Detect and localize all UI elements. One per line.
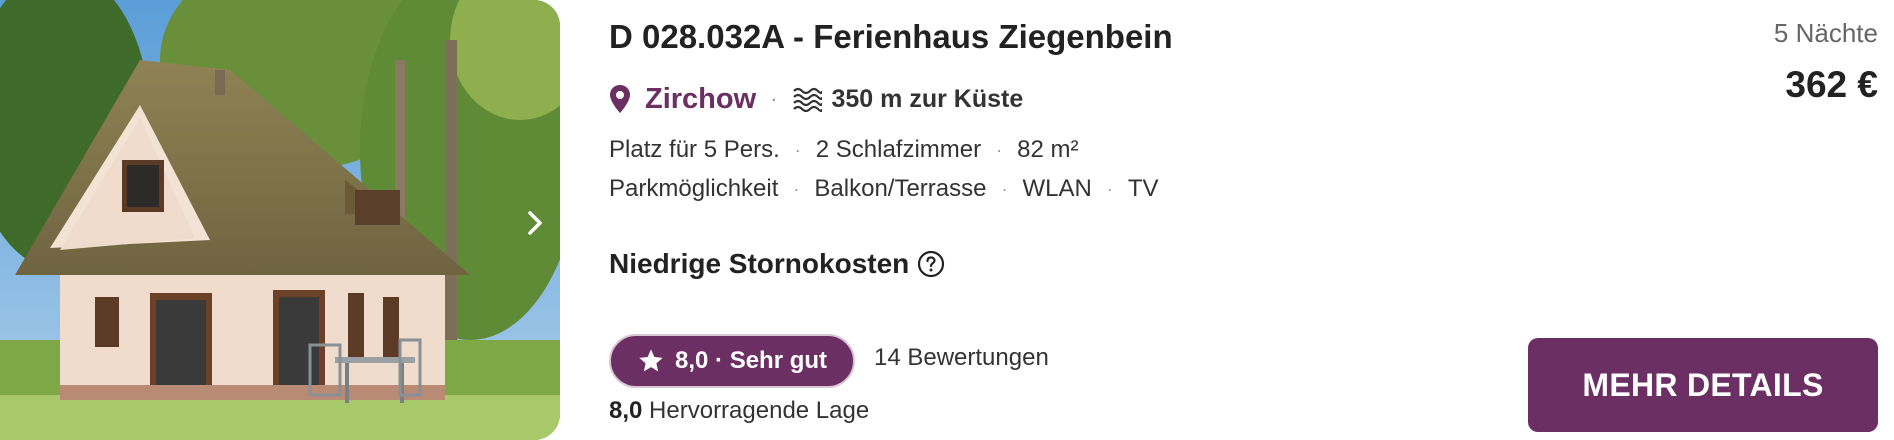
listing-title[interactable]: D 028.032A - Ferienhaus Ziegenbein [609,18,1173,56]
rating-text: 8,0 · Sehr gut [675,347,828,374]
location-row: Zirchow · 350 m zur Küste [609,80,1023,118]
separator-dot: · [793,178,800,199]
location-score-label: Hervorragende Lage [649,397,870,424]
price-value: 362 € [1785,64,1878,105]
cancellation-info: Niedrige Stornokosten [609,248,945,280]
listing-card: D 028.032A - Ferienhaus Ziegenbein Zirch… [0,0,1894,440]
features-row-2: Parkmöglichkeit · Balkon/Terrasse · WLAN… [609,172,1159,206]
reviews-count[interactable]: 14 Bewertungen [874,344,1049,372]
location-score: 8,0 Hervorragende Lage [609,397,869,425]
separator-dot: · [1001,178,1008,199]
feature-capacity: Platz für 5 Pers. [609,136,780,163]
rating-badge[interactable]: 8,0 · Sehr gut [609,334,856,388]
map-pin-icon [609,84,631,114]
star-icon [637,347,665,375]
feature-bedrooms: 2 Schlafzimmer [815,136,982,163]
location-score-value: 8,0 [609,397,643,424]
separator-dot: · [1106,178,1113,199]
more-details-button[interactable]: MEHR DETAILS [1528,338,1878,432]
separator-dot: · [794,139,801,160]
house-image [0,0,560,440]
cancellation-label: Niedrige Stornokosten [609,248,910,279]
waves-icon [792,86,822,112]
feature-wlan: WLAN [1022,175,1092,202]
chevron-right-icon[interactable] [520,208,550,238]
feature-tv: TV [1127,175,1159,202]
feature-balcony: Balkon/Terrasse [814,175,987,202]
feature-area: 82 m² [1017,136,1079,163]
nights-label: 5 Nächte [1773,18,1878,48]
listing-photo[interactable] [0,0,560,440]
separator-dot: · [996,139,1003,160]
location-city[interactable]: Zirchow [645,83,756,116]
question-circle-icon[interactable] [917,250,945,278]
feature-parking: Parkmöglichkeit [609,175,779,202]
separator-dot: · [770,86,778,111]
features-row-1: Platz für 5 Pers. · 2 Schlafzimmer · 82 … [609,133,1078,167]
coast-distance: 350 m zur Küste [831,84,1024,113]
